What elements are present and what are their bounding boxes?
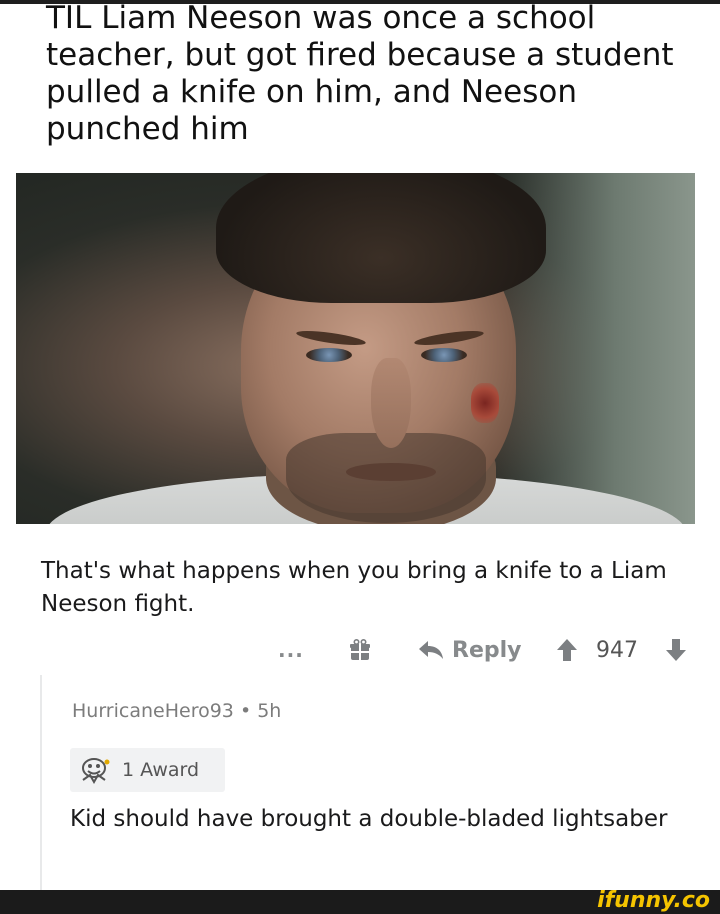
- reply-username[interactable]: HurricaneHero93: [72, 700, 234, 722]
- vote-score-value: 947: [596, 637, 638, 663]
- award-badge[interactable]: 1 Award: [70, 748, 225, 792]
- watermark-logo: ifunny.co: [597, 888, 710, 913]
- reply-meta: HurricaneHero93 • 5h: [72, 700, 281, 722]
- reply-button[interactable]: Reply: [418, 630, 522, 670]
- watermark-bar: ifunny.co: [0, 888, 720, 914]
- reply-label: Reply: [452, 637, 522, 663]
- reply-arrow-icon: [419, 641, 443, 659]
- upvote-arrow-icon: [557, 639, 577, 661]
- post-image: [16, 173, 695, 524]
- comment-action-bar: ... Reply 947: [0, 630, 720, 674]
- give-award-button[interactable]: [348, 630, 372, 670]
- award-label: 1 Award: [122, 759, 200, 781]
- award-icon: [82, 758, 110, 784]
- post-title: TIL Liam Neeson was once a school teache…: [46, 0, 674, 147]
- vote-score: 947: [596, 630, 638, 670]
- thread-line[interactable]: [40, 675, 42, 900]
- more-options-label: ...: [278, 638, 304, 662]
- reply-body: Kid should have brought a double-bladed …: [70, 806, 668, 832]
- reply-age: 5h: [257, 700, 282, 722]
- more-options-button[interactable]: ...: [278, 630, 304, 670]
- comment-body: That's what happens when you bring a kni…: [41, 558, 667, 617]
- downvote-button[interactable]: [665, 630, 687, 670]
- gift-icon: [350, 638, 370, 660]
- downvote-arrow-icon: [666, 639, 686, 661]
- upvote-button[interactable]: [556, 630, 578, 670]
- meta-separator: •: [239, 700, 252, 722]
